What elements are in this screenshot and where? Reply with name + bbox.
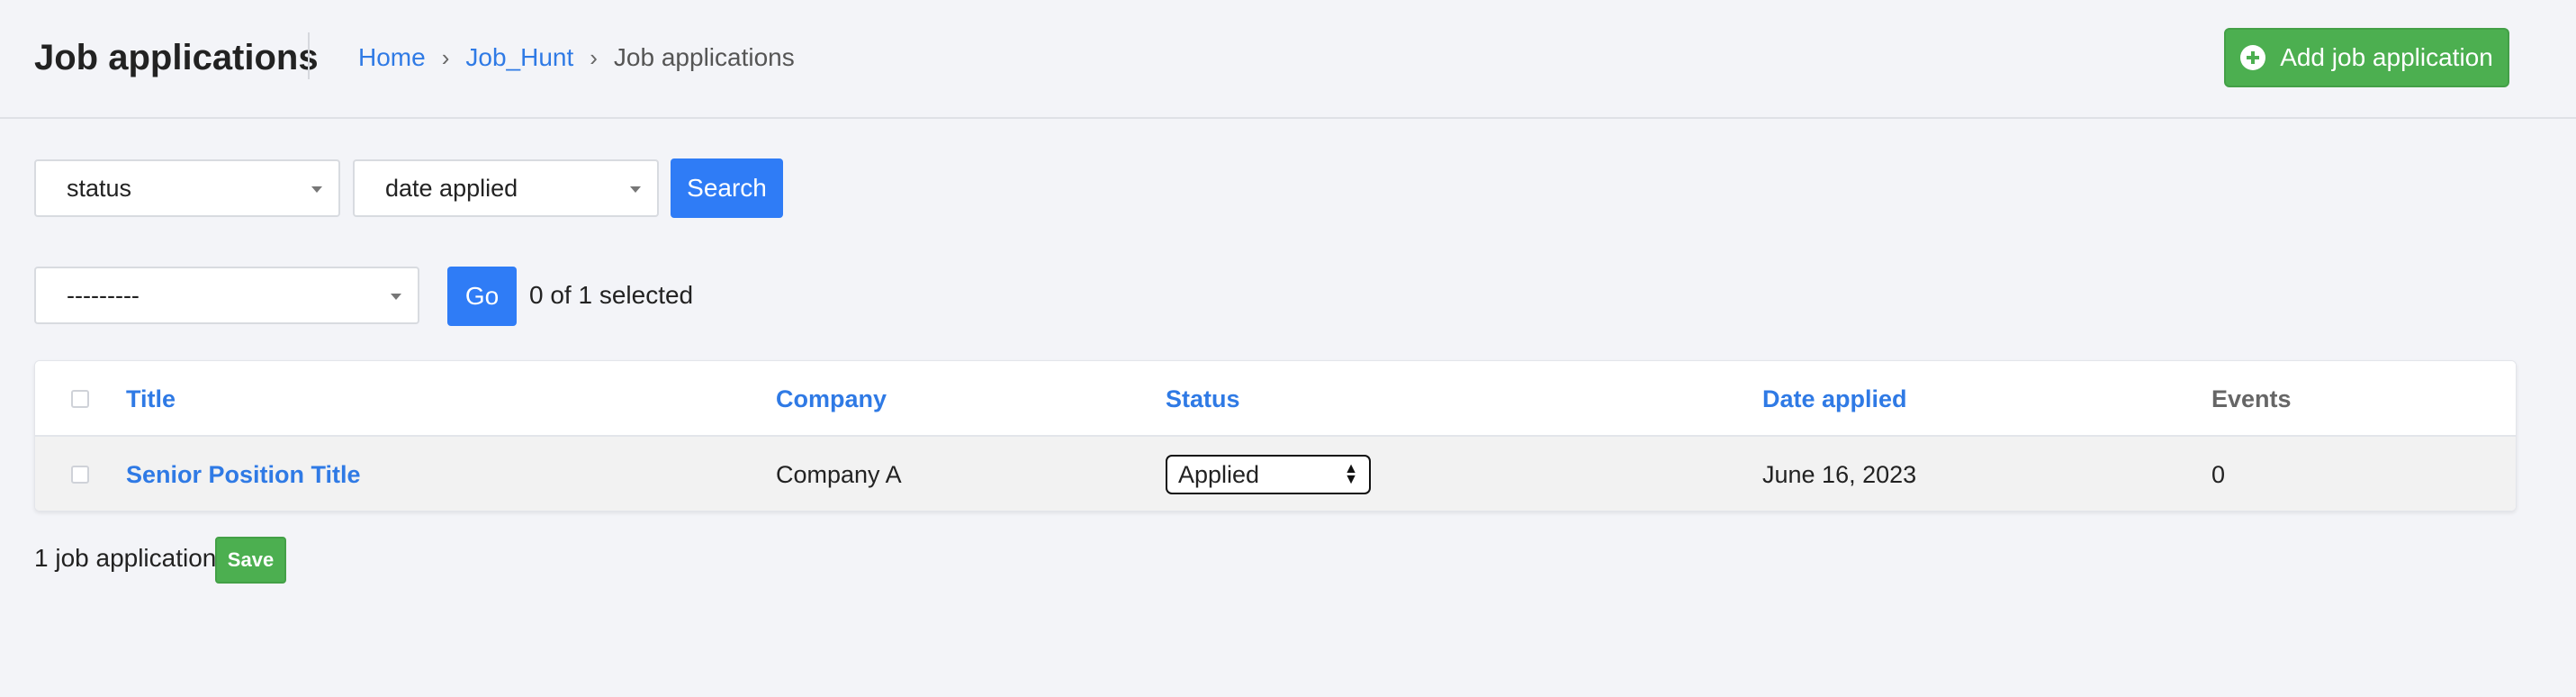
- row-events: 0: [2211, 460, 2226, 488]
- status-filter-select[interactable]: status: [34, 159, 340, 217]
- table-header-row: Title Company Status Date applied Events: [35, 361, 2516, 437]
- row-company: Company A: [776, 460, 902, 488]
- breadcrumb-separator: ›: [441, 44, 450, 71]
- action-select[interactable]: ---------: [34, 267, 419, 324]
- date-filter-select[interactable]: date applied: [353, 159, 659, 217]
- plus-circle-icon: [2240, 45, 2266, 70]
- selected-count: 0 of 1 selected: [529, 281, 694, 309]
- page-header: Job applications Home › Job_Hunt › Job a…: [0, 0, 2576, 119]
- breadcrumb-home[interactable]: Home: [358, 41, 426, 74]
- chevron-down-icon: [391, 294, 401, 300]
- table-row: Senior Position Title Company A Applied …: [35, 437, 2516, 511]
- column-title[interactable]: Title: [126, 361, 176, 437]
- row-status-value: Applied: [1178, 460, 1260, 488]
- add-job-application-button[interactable]: Add job application: [2224, 28, 2509, 87]
- row-status-select[interactable]: Applied ▲ ▼: [1166, 455, 1371, 494]
- row-status-cell: Applied ▲ ▼: [1166, 437, 1371, 511]
- select-arrows-icon: ▲ ▼: [1344, 461, 1358, 487]
- breadcrumb-job-hunt[interactable]: Job_Hunt: [465, 41, 573, 74]
- action-select-value: ---------: [67, 281, 140, 309]
- row-select-checkbox[interactable]: [71, 466, 89, 484]
- column-company[interactable]: Company: [776, 361, 887, 437]
- search-button[interactable]: Search: [671, 158, 783, 218]
- breadcrumb-current: Job applications: [613, 43, 795, 71]
- breadcrumb: Home › Job_Hunt › Job applications: [358, 41, 795, 74]
- page-title: Job applications: [34, 38, 319, 77]
- row-title-link[interactable]: Senior Position Title: [126, 461, 361, 489]
- row-select-cell: [71, 437, 89, 511]
- add-job-application-label: Add job application: [2280, 43, 2493, 71]
- chevron-down-icon: [630, 186, 641, 193]
- breadcrumb-separator: ›: [590, 44, 598, 71]
- select-all-checkbox[interactable]: [71, 390, 89, 408]
- go-button[interactable]: Go: [447, 267, 517, 326]
- row-title-cell: Senior Position Title: [126, 437, 361, 511]
- select-all-cell: [71, 361, 89, 437]
- job-applications-table: Title Company Status Date applied Events…: [34, 360, 2517, 511]
- date-filter-value: date applied: [385, 174, 518, 202]
- save-button[interactable]: Save: [215, 537, 286, 584]
- title-divider: [308, 32, 310, 79]
- status-filter-value: status: [67, 174, 132, 202]
- chevron-down-icon: [311, 186, 322, 193]
- column-status[interactable]: Status: [1166, 361, 1240, 437]
- column-date-applied[interactable]: Date applied: [1762, 361, 1907, 437]
- result-count: 1 job application: [34, 544, 217, 572]
- row-date-applied: June 16, 2023: [1762, 460, 1917, 488]
- column-events: Events: [2211, 385, 2292, 412]
